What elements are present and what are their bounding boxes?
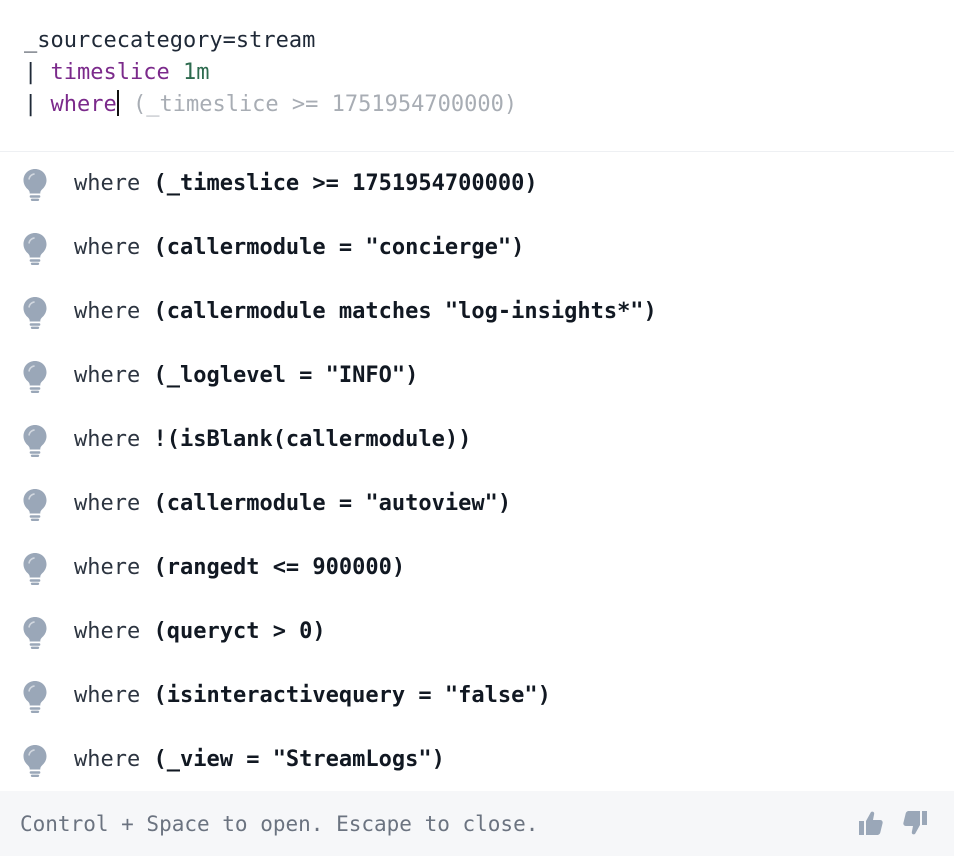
suggestion-body: (callermodule = "autoview") xyxy=(153,491,512,516)
suggestion-prefix: where xyxy=(74,235,154,260)
suggestion-body: (_loglevel = "INFO") xyxy=(153,363,419,388)
query-editor[interactable]: _sourcecategory=stream | timeslice 1m | … xyxy=(0,0,954,150)
suggestion-item[interactable]: where (callermodule = "autoview") xyxy=(0,472,954,536)
suggestion-item[interactable]: where (isinteractivequery = "false") xyxy=(0,664,954,728)
suggestion-prefix: where xyxy=(74,299,154,324)
lightbulb-icon xyxy=(22,744,48,778)
autocomplete-suggestion-list: where (_timeslice >= 1751954700000) where… xyxy=(0,151,954,777)
suggestion-text: where (callermodule matches "log-insight… xyxy=(74,297,657,327)
suggestion-item[interactable]: where (rangedt <= 900000) xyxy=(0,536,954,600)
suggestion-prefix: where xyxy=(74,363,154,388)
lightbulb-icon xyxy=(22,424,48,458)
suggestion-item[interactable]: where (callermodule = "concierge") xyxy=(0,216,954,280)
pipe-operator: | xyxy=(24,92,51,117)
suggestion-item[interactable]: where (callermodule matches "log-insight… xyxy=(0,280,954,344)
query-source-text: _sourcecategory=stream xyxy=(24,28,316,53)
suggestion-text: where (queryct > 0) xyxy=(74,617,326,647)
suggestion-item[interactable]: where (queryct > 0) xyxy=(0,600,954,664)
suggestion-prefix: where xyxy=(74,491,154,516)
timeslice-value: 1m xyxy=(169,60,210,85)
suggestion-body: !(isBlank(callermodule)) xyxy=(153,427,472,452)
suggestion-prefix: where xyxy=(74,747,154,772)
thumbs-down-icon[interactable] xyxy=(901,809,929,837)
suggestion-text: where (callermodule = "concierge") xyxy=(74,233,524,263)
suggestion-text: where (_view = "StreamLogs") xyxy=(74,745,445,775)
query-line-1[interactable]: _sourcecategory=stream xyxy=(24,26,315,56)
suggestion-item[interactable]: where (_timeslice >= 1751954700000) xyxy=(0,152,954,216)
lightbulb-icon xyxy=(22,232,48,266)
timeslice-keyword: timeslice xyxy=(50,60,170,85)
pipe-operator: | xyxy=(24,60,51,85)
suggestion-text: where (rangedt <= 900000) xyxy=(74,553,405,583)
suggestion-prefix: where xyxy=(74,427,154,452)
lightbulb-icon xyxy=(22,552,48,586)
suggestion-item[interactable]: where !(isBlank(callermodule)) xyxy=(0,408,954,472)
suggestion-body: (callermodule matches "log-insights*") xyxy=(153,299,657,324)
lightbulb-icon xyxy=(22,680,48,714)
suggestion-text: where (_timeslice >= 1751954700000) xyxy=(74,169,538,199)
suggestion-body: (_view = "StreamLogs") xyxy=(153,747,445,772)
suggestion-text: where (callermodule = "autoview") xyxy=(74,489,511,519)
lightbulb-icon xyxy=(22,360,48,394)
suggestion-body: (queryct > 0) xyxy=(153,619,326,644)
keyboard-hint: Control + Space to open. Escape to close… xyxy=(20,812,539,836)
suggestion-text: where (_loglevel = "INFO") xyxy=(74,361,418,391)
lightbulb-icon xyxy=(22,616,48,650)
suggestion-prefix: where xyxy=(74,171,154,196)
suggestion-prefix: where xyxy=(74,683,154,708)
suggestion-prefix: where xyxy=(74,555,154,580)
query-line-2[interactable]: | timeslice 1m xyxy=(24,58,209,88)
suggestion-item[interactable]: where (_view = "StreamLogs") xyxy=(0,728,954,792)
lightbulb-icon xyxy=(22,296,48,330)
lightbulb-icon xyxy=(22,488,48,522)
thumbs-up-icon[interactable] xyxy=(857,809,885,837)
suggestion-text: where (isinteractivequery = "false") xyxy=(74,681,551,711)
autocomplete-footer: Control + Space to open. Escape to close… xyxy=(0,791,954,856)
suggestion-body: (rangedt <= 900000) xyxy=(153,555,406,580)
suggestion-body: (isinteractivequery = "false") xyxy=(153,683,551,708)
query-line-3[interactable]: | where (_timeslice >= 1751954700000) xyxy=(24,90,517,120)
suggestion-body: (_timeslice >= 1751954700000) xyxy=(153,171,538,196)
text-cursor xyxy=(116,90,119,116)
suggestion-item[interactable]: where (_loglevel = "INFO") xyxy=(0,344,954,408)
suggestion-body: (callermodule = "concierge") xyxy=(153,235,525,260)
inline-ghost-suggestion: (_timeslice >= 1751954700000) xyxy=(119,92,518,117)
suggestion-prefix: where xyxy=(74,619,154,644)
where-keyword: where xyxy=(50,92,117,117)
lightbulb-icon xyxy=(22,168,48,202)
suggestion-text: where !(isBlank(callermodule)) xyxy=(74,425,471,455)
